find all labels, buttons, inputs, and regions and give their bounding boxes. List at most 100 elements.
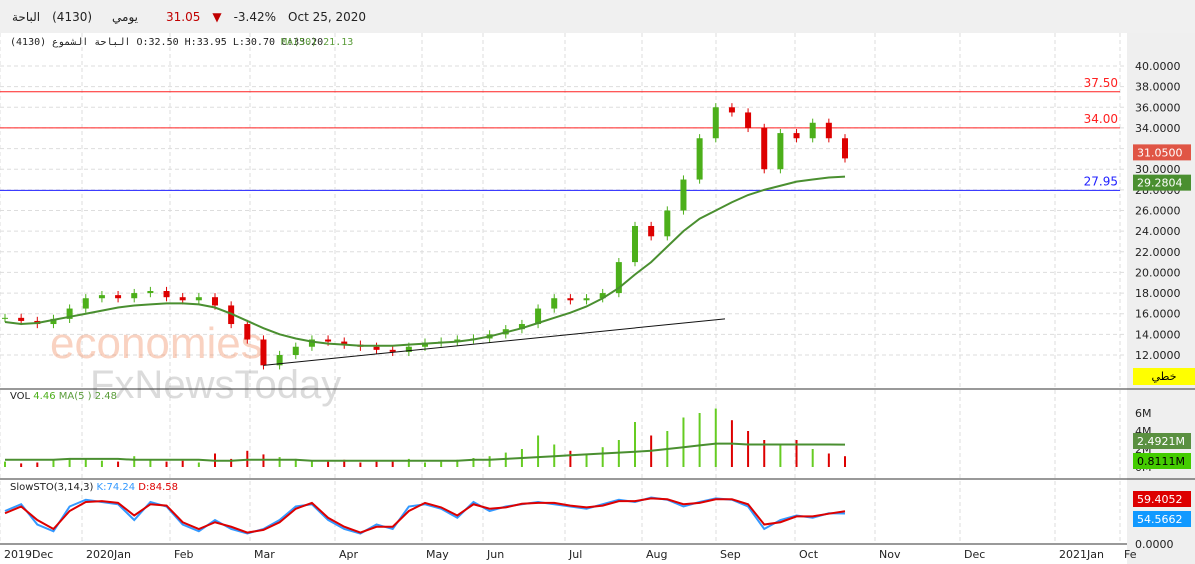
vol-value: 4.46 [33,391,55,402]
candle-body [98,295,105,299]
price-tag-label: 31.0500 [1137,146,1183,159]
stoch-panel: 0.0000 59.4052 54.5662 [4,491,1191,551]
candle-body [761,127,768,170]
x-axis: 2019Dec 2020Jan Feb Mar Apr May Jun Jul Aug Sep Oc… [4,548,1137,561]
x-tick-label: Mar [254,548,275,561]
candle-body [179,297,186,301]
stoch-tick-label: 0.0000 [1135,538,1174,551]
y-tick-label: 36.0000 [1135,101,1181,114]
candle-body [777,133,784,170]
date: Oct 25, 2020 [288,9,367,24]
candle-body [212,297,218,306]
level-label: 34.00 [1084,112,1118,126]
candle-body [842,138,848,159]
volume-panel: 6M4M2M0M2.4921M0.8111M [4,407,1191,474]
stock-chart[interactable]: الباحة الشموع (4130) O:32.50 H:33.95 L:3… [0,33,1195,564]
y-tick-label: 12.0000 [1135,349,1181,362]
volume-tag-label: 2.4921M [1137,435,1185,448]
legend-high: H:33.95 [185,37,227,48]
period-selector[interactable]: يومي [112,10,138,24]
trend-line [263,318,726,366]
candle-body [163,291,170,298]
y-tick-label: 24.0000 [1135,225,1181,238]
down-arrow-icon: ▼ [212,9,222,24]
svg-text:SlowSTO(3,14,3) K:74.24 D:84.: SlowSTO(3,14,3) K:74.24 D:84.58 [10,482,178,493]
stoch-tag-label: 54.5662 [1137,513,1183,526]
candle-body [809,122,816,139]
vol-tick-label: 6M [1135,407,1152,420]
symbol-name[interactable]: الباحة [12,10,40,24]
change-percent: -3.42% [233,9,277,24]
stoch-d: D:84.58 [138,482,178,493]
stoch-k: K:74.24 [97,482,136,493]
level-label: 27.95 [1084,174,1118,188]
candle-body [82,298,89,309]
x-tick-label: Dec [964,548,985,561]
x-tick-label: Oct [799,548,819,561]
x-tick-label: Jul [568,548,582,561]
x-tick-label: Jun [486,548,504,561]
candle-body [325,339,332,342]
x-tick-label: Feb [174,548,193,561]
x-tick-label: May [426,548,449,561]
candle-body [825,122,832,139]
candle-body [793,133,800,139]
candle-body [18,317,25,321]
x-tick-label: Fe [1124,548,1137,561]
vol-label: VOL [10,391,31,402]
volume-legend: VOL 4.46 MA(5 ) 2.48 [10,391,117,402]
vol-ma-value: 2.48 [95,391,117,402]
y-tick-label: 18.0000 [1135,287,1181,300]
x-tick-label: 2021Jan [1059,548,1104,561]
symbol-code: (4130) [52,9,93,24]
svg-text:VOL 4.46 MA(5 ) 2.48: VOL 4.46 MA(5 ) 2.48 [10,391,117,402]
price-tag-label: 29.2804 [1137,177,1183,190]
candle-body [648,225,655,237]
candle-body [551,298,558,309]
chart-header: الباحة (4130) يومي 31.05 ▼ -3.42% Oct 25… [0,0,1195,33]
candle-body [131,293,138,299]
level-label: 37.50 [1084,76,1118,90]
candle-body [696,138,703,180]
candle-body [373,346,380,350]
y-tick-label: 30.0000 [1135,163,1181,176]
y-tick-label: 38.0000 [1135,81,1181,94]
x-tick-label: Apr [339,548,359,561]
y-tick-label: 14.0000 [1135,328,1181,341]
x-tick-label: 2019Dec [4,548,53,561]
legend-open: O:32.50 [136,37,178,48]
legend-ma-label: MA(50) [281,37,317,48]
legend: الباحة الشموع (4130) O:32.50 H:33.95 L:3… [10,37,353,48]
candle-body [244,324,251,340]
candle-body [632,225,638,263]
svg-text:الباحة الشموع (4130) O:32.50 H: الباحة الشموع (4130) O:32.50 H:33.95 L:3… [10,37,323,48]
candle-body [195,297,202,301]
candle-body [712,107,719,139]
x-tick-label: 2020Jan [86,548,131,561]
stoch-label: SlowSTO(3,14,3) [10,482,93,493]
candle-body [260,339,267,366]
y-tick-label: 26.0000 [1135,205,1181,218]
legend-low: L:30.70 [233,37,275,48]
candle-body [147,291,154,294]
legend-name: الباحة الشموع (4130) [10,37,130,48]
x-tick-label: Aug [646,548,667,561]
volume-ma-line [5,442,846,462]
candle-body [664,210,671,237]
x-tick-label: Nov [879,548,901,561]
svg-text:MA(50) 21.13: MA(50) 21.13 [281,37,353,48]
candle-body [2,317,8,319]
candle-body [567,298,574,301]
y-tick-label: 16.0000 [1135,308,1181,321]
candle-body [292,346,299,355]
y-tick-label: 34.0000 [1135,122,1181,135]
candle-body [115,295,122,299]
watermark-line2: FxNewsToday [90,363,341,407]
y-tick-label: 20.0000 [1135,266,1181,279]
candle-body [680,179,687,211]
volume-tag-label: 0.8111M [1137,455,1185,468]
x-tick-label: Sep [720,548,741,561]
vol-ma-label: MA(5 ) [59,391,92,402]
last-price: 31.05 [166,9,201,24]
candle-body [728,107,735,113]
